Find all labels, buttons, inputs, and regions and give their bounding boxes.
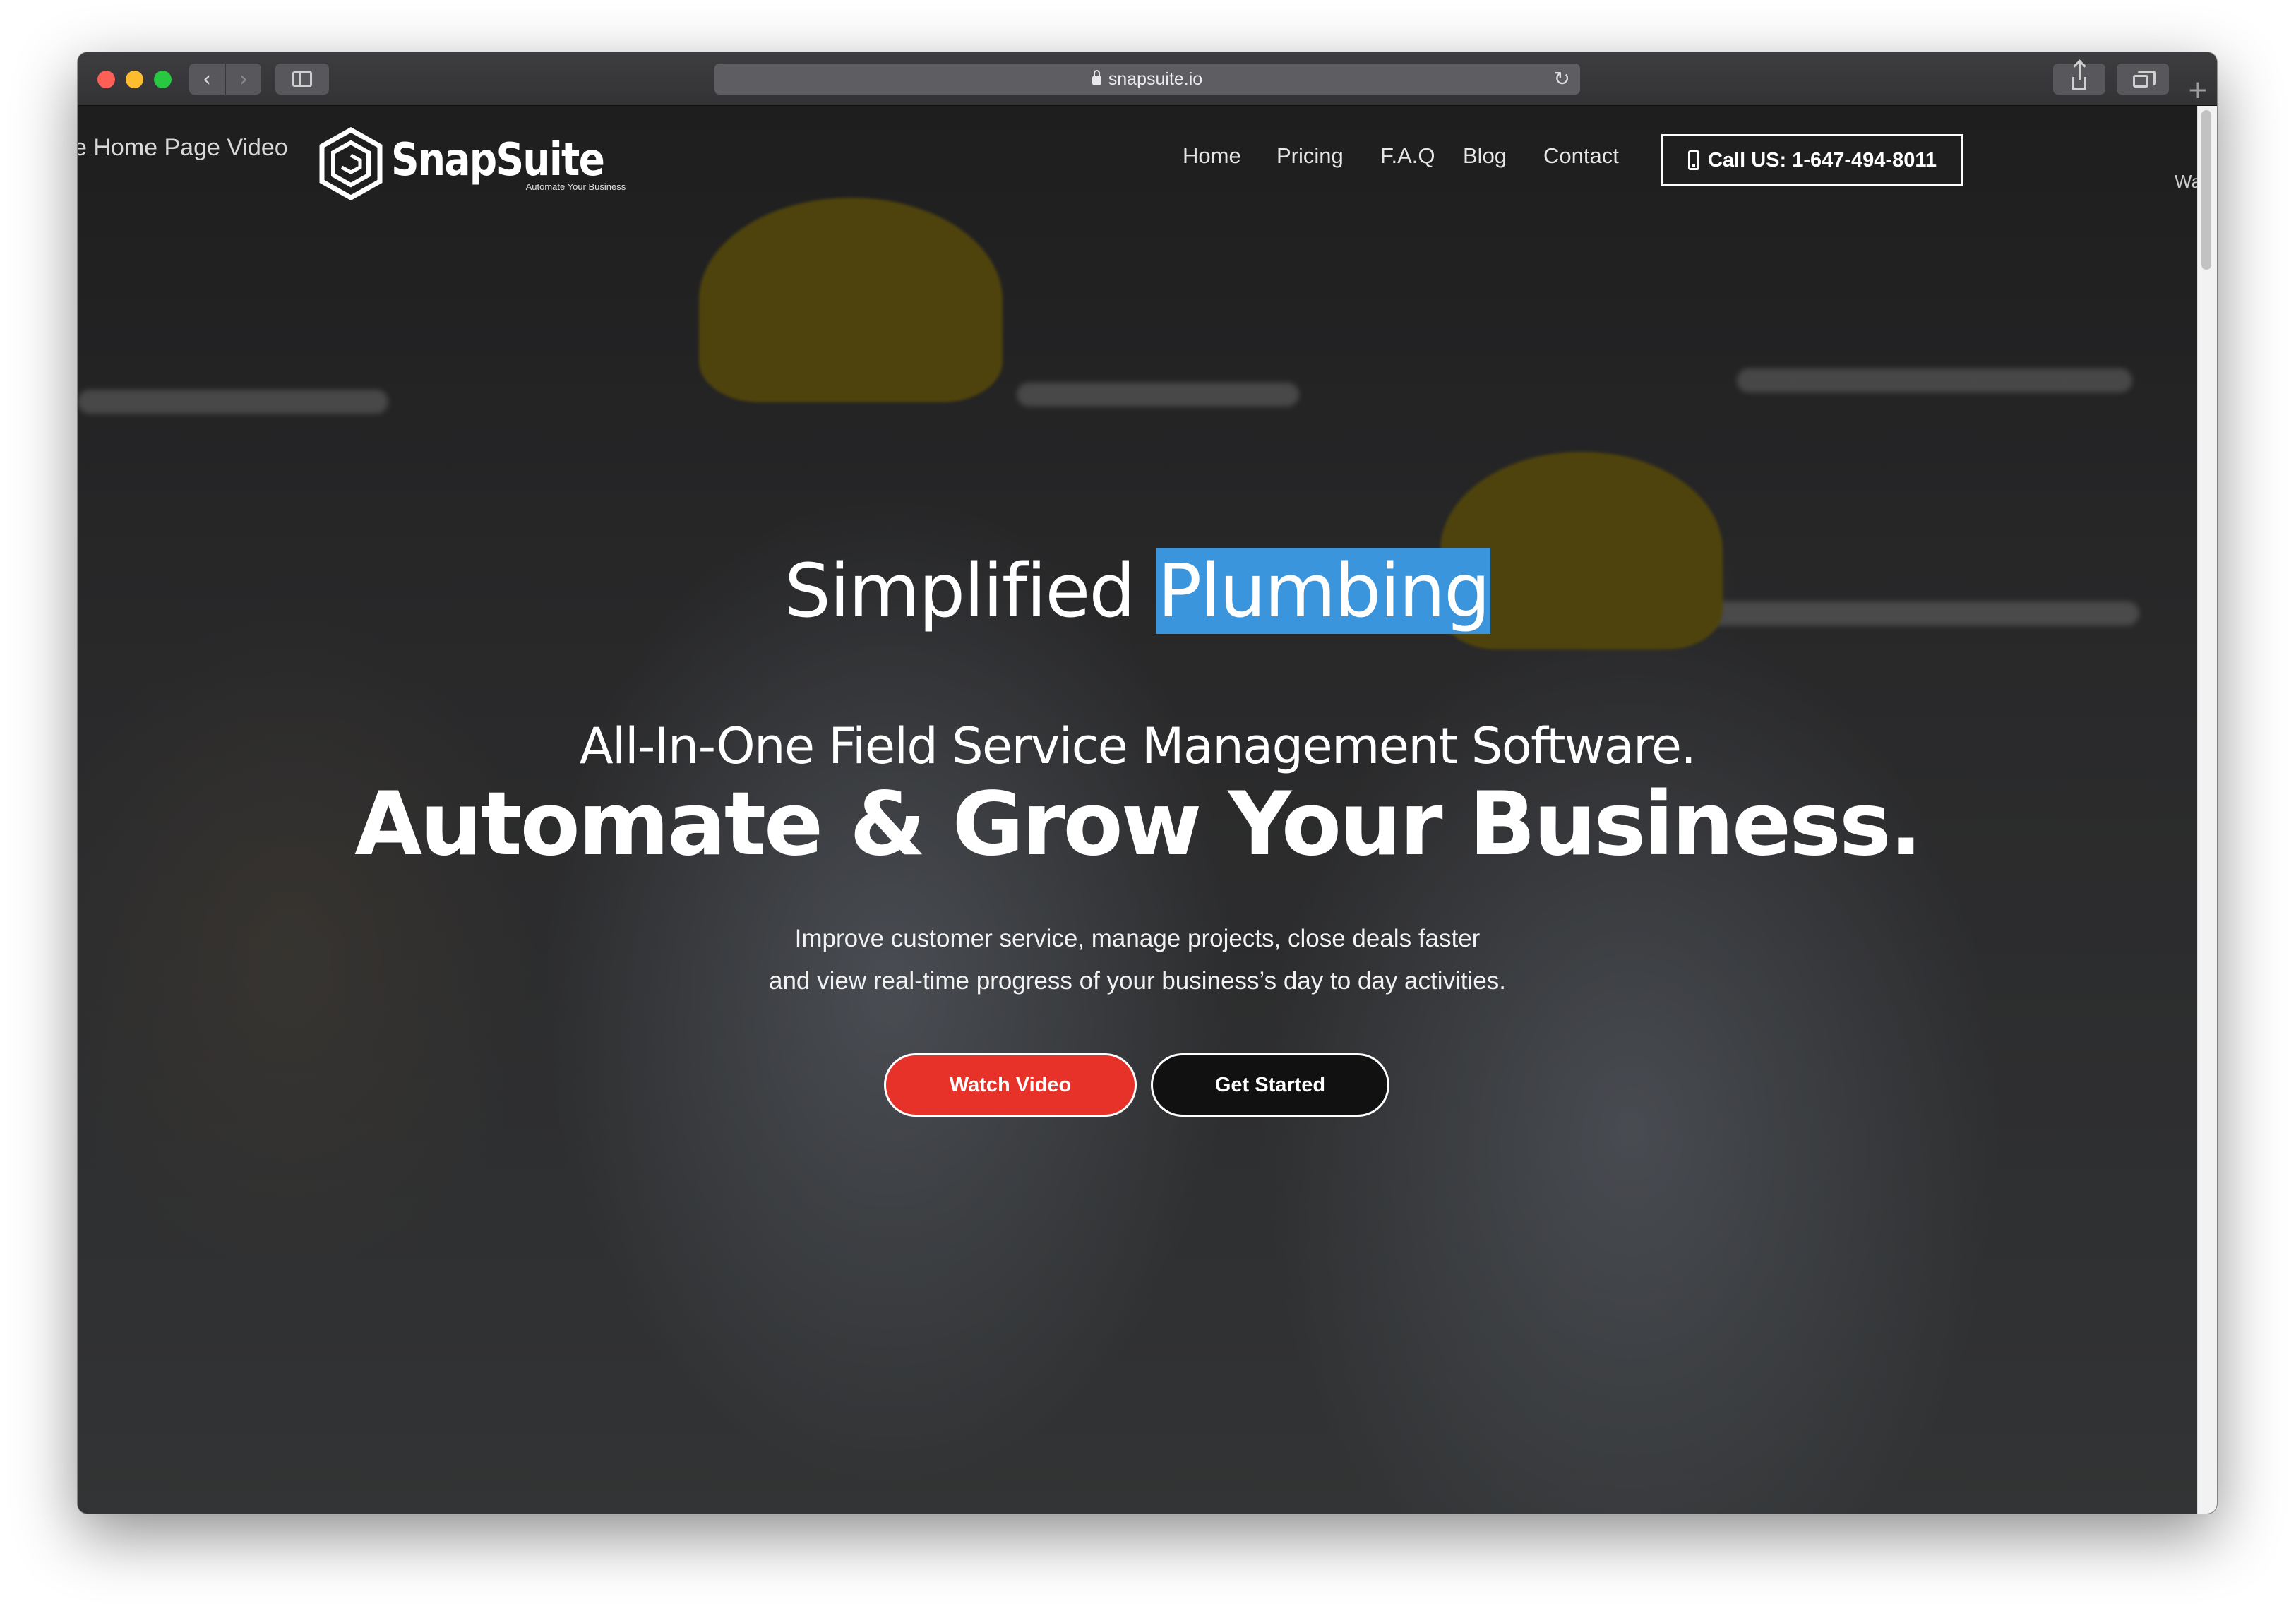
forward-button[interactable]: › bbox=[226, 64, 261, 95]
back-button[interactable]: ‹ bbox=[189, 64, 225, 95]
zoom-window-button[interactable] bbox=[154, 71, 172, 88]
sidebar-icon bbox=[292, 71, 312, 87]
video-title-label: e Home Page Video bbox=[78, 134, 288, 161]
tabs-icon bbox=[2133, 71, 2156, 88]
nav-contact[interactable]: Contact bbox=[1543, 143, 1619, 169]
call-us-button[interactable]: Call US: 1-647-494-8011 bbox=[1661, 134, 1963, 186]
share-icon bbox=[2072, 61, 2086, 90]
site-logo[interactable]: SnapSuite Automate Your Business bbox=[318, 127, 638, 200]
address-bar[interactable]: snapsuite.io ↻ bbox=[714, 64, 1580, 95]
nav-pricing[interactable]: Pricing bbox=[1276, 143, 1344, 169]
logo-wordmark: SnapSuite bbox=[391, 133, 605, 186]
hero-description-line-1: Improve customer service, manage project… bbox=[794, 925, 1481, 952]
snapsuite-logo-icon bbox=[319, 127, 383, 200]
hero-subtitle: All-In-One Field Service Management Soft… bbox=[579, 717, 1697, 775]
url-text: snapsuite.io bbox=[1108, 68, 1203, 89]
reload-icon[interactable]: ↻ bbox=[1554, 67, 1570, 90]
hero-tagline-highlight: Plumbing bbox=[1156, 548, 1491, 634]
show-tabs-button[interactable] bbox=[2117, 64, 2169, 95]
sidebar-toggle-button[interactable] bbox=[275, 64, 329, 95]
close-window-button[interactable] bbox=[97, 71, 115, 88]
hero-headline: Automate & Grow Your Business. bbox=[354, 774, 1923, 875]
nav-faq[interactable]: F.A.Q bbox=[1380, 143, 1435, 169]
hero-description-line-2: and view real-time progress of your busi… bbox=[768, 967, 1506, 995]
new-tab-button[interactable]: + bbox=[2182, 73, 2214, 106]
minimize-window-button[interactable] bbox=[126, 71, 143, 88]
scrollbar-thumb[interactable] bbox=[2201, 110, 2211, 270]
nav-home[interactable]: Home bbox=[1183, 143, 1241, 169]
cutoff-edge-text: Wa bbox=[2175, 171, 2197, 192]
hero-description: Improve customer service, manage project… bbox=[78, 918, 2197, 1002]
hero-tagline: Simplified Plumbing bbox=[78, 548, 2197, 634]
phone-icon bbox=[1687, 150, 1699, 170]
chevron-left-icon: ‹ bbox=[203, 66, 211, 92]
watch-video-button[interactable]: Watch Video bbox=[884, 1053, 1137, 1117]
browser-window: ‹ › snapsuite.io ↻ + e Home Page Video S… bbox=[78, 52, 2217, 1514]
scrollbar-track[interactable] bbox=[2197, 106, 2217, 1514]
hero-tagline-prefix: Simplified bbox=[784, 548, 1136, 634]
share-button[interactable] bbox=[2053, 61, 2105, 95]
lock-icon bbox=[1092, 70, 1101, 85]
get-started-button[interactable]: Get Started bbox=[1151, 1053, 1389, 1117]
nav-blog[interactable]: Blog bbox=[1463, 143, 1507, 169]
call-us-label: Call US: 1-647-494-8011 bbox=[1707, 148, 1937, 172]
plus-icon: + bbox=[2187, 75, 2209, 104]
browser-toolbar: ‹ › snapsuite.io ↻ + bbox=[78, 52, 2217, 106]
chevron-right-icon: › bbox=[239, 66, 248, 92]
page-viewport: e Home Page Video SnapSuite Automate You… bbox=[78, 106, 2197, 1514]
